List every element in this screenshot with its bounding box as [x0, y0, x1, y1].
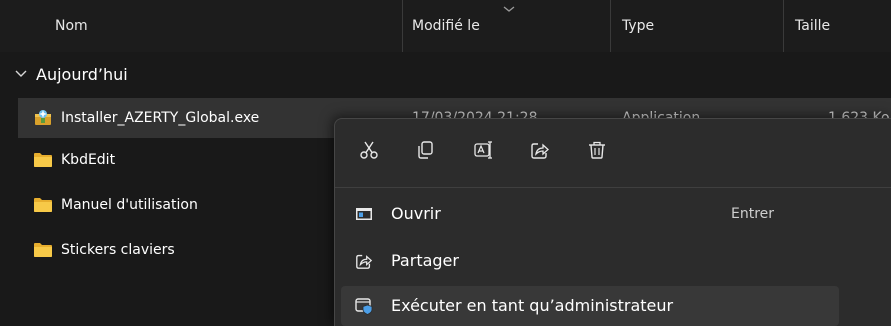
menu-item-shortcut: Entrer: [731, 206, 775, 222]
share-icon: [531, 143, 549, 159]
share-button[interactable]: [523, 133, 557, 167]
folder-icon: [34, 198, 52, 212]
column-name[interactable]: Nom: [55, 0, 88, 52]
folder-icon: [34, 243, 52, 257]
share-icon: [356, 254, 373, 269]
installer-icon: [35, 110, 51, 125]
sort-chevron-icon: [503, 6, 515, 12]
admin-shield-icon: [355, 298, 373, 315]
menu-item-run-as-admin[interactable]: Exécuter en tant qu’administrateur: [341, 286, 839, 326]
folder-icon: [34, 153, 52, 167]
chevron-down-icon[interactable]: [14, 69, 28, 79]
file-name: Installer_AZERTY_Global.exe: [61, 110, 260, 126]
column-modified[interactable]: Modifié le: [412, 0, 480, 52]
menu-item-label: Ouvrir: [391, 204, 441, 223]
copy-button[interactable]: [408, 133, 442, 167]
rename-button[interactable]: [467, 133, 501, 167]
column-separator[interactable]: [610, 0, 611, 52]
column-separator[interactable]: [783, 0, 784, 52]
column-type[interactable]: Type: [622, 0, 654, 52]
file-name: KbdEdit: [61, 152, 116, 168]
context-menu-toolbar: [335, 119, 891, 183]
rename-icon: [474, 141, 492, 159]
menu-divider: [335, 187, 891, 188]
file-name: Manuel d'utilisation: [61, 197, 198, 213]
context-menu: Ouvrir Entrer Partager Exécuter en tant …: [334, 118, 891, 326]
menu-item-open[interactable]: Ouvrir Entrer: [341, 194, 839, 234]
menu-item-label: Exécuter en tant qu’administrateur: [391, 296, 674, 315]
scissors-icon: [360, 141, 378, 159]
column-header: Nom Modifié le Type Taille: [0, 0, 891, 52]
column-size[interactable]: Taille: [795, 0, 830, 52]
column-separator[interactable]: [402, 0, 403, 52]
trash-icon: [589, 141, 605, 159]
group-label: Aujourd’hui: [36, 65, 128, 84]
menu-item-share[interactable]: Partager: [341, 241, 839, 281]
menu-item-label: Partager: [391, 251, 459, 270]
file-name: Stickers claviers: [61, 242, 175, 258]
open-app-icon: [356, 208, 372, 220]
copy-icon: [418, 141, 433, 159]
cut-button[interactable]: [352, 133, 386, 167]
delete-button[interactable]: [580, 133, 614, 167]
